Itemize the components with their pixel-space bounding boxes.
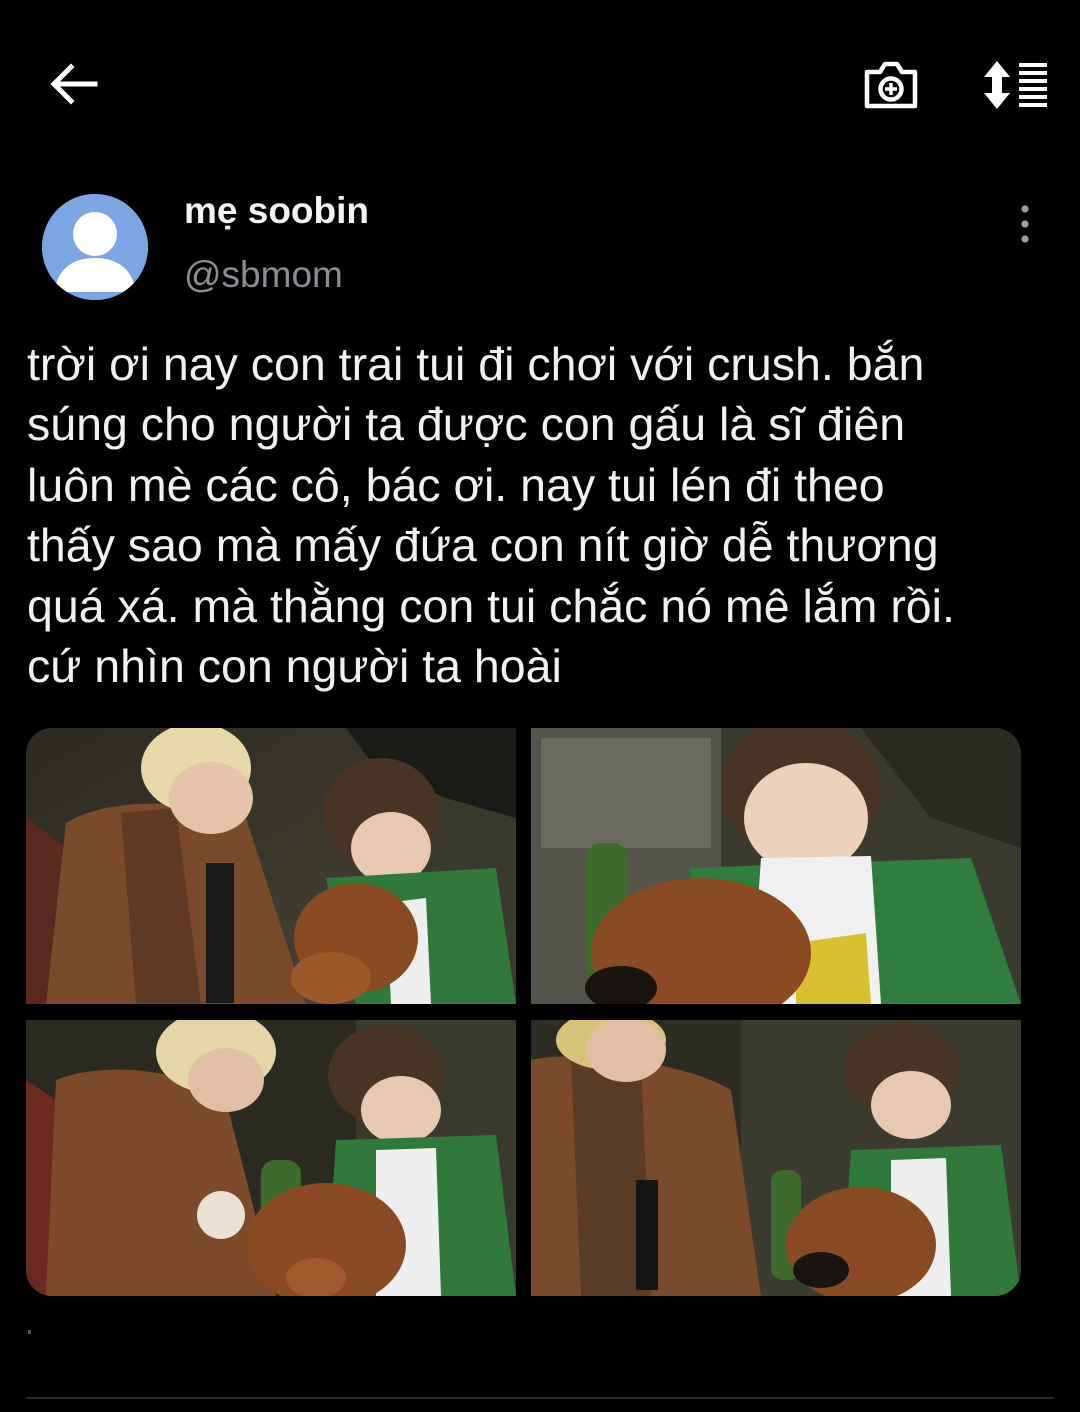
- user-handle[interactable]: @sbmom: [184, 254, 343, 296]
- divider: [26, 1397, 1054, 1399]
- post-photo[interactable]: [531, 1020, 1021, 1296]
- post-photo[interactable]: [26, 1020, 516, 1296]
- sort-list-icon: [984, 61, 1047, 109]
- more-vertical-icon: [1021, 205, 1029, 243]
- avatar[interactable]: [42, 194, 148, 300]
- camera-plus-icon: [864, 61, 918, 109]
- post-text-line: cứ nhìn con người ta hoài: [27, 640, 562, 693]
- post-text-line: thấy sao mà mấy đứa con nít giờ dễ thươn…: [27, 519, 939, 572]
- post-photo[interactable]: [531, 728, 1021, 1004]
- default-user-icon: [42, 194, 148, 300]
- more-options-button[interactable]: [1006, 204, 1044, 244]
- post-photo[interactable]: [26, 728, 516, 1004]
- sort-button[interactable]: [978, 50, 1054, 120]
- display-name[interactable]: mẹ soobin: [184, 190, 369, 232]
- photo-image: [531, 1020, 1021, 1296]
- photo-image: [531, 728, 1021, 1004]
- post-text-line: luôn mè các cô, bác ơi. nay tui lén đi t…: [27, 458, 885, 511]
- post-header: mẹ soobin @sbmom: [0, 170, 1080, 320]
- screenshot-button[interactable]: [856, 50, 926, 120]
- back-button[interactable]: [40, 50, 108, 118]
- post-text: trời ơi nay con trai tui đi chơi với cru…: [27, 334, 1073, 696]
- post-text-line: trời ơi nay con trai tui đi chơi với cru…: [27, 338, 925, 390]
- small-mark: [28, 1330, 31, 1334]
- media-grid: [26, 728, 1021, 1296]
- arrow-left-icon: [50, 63, 98, 105]
- photo-image: [26, 1020, 516, 1296]
- post-text-line: quá xá. mà thằng con tui chắc nó mê lắm …: [27, 579, 955, 632]
- photo-image: [26, 728, 516, 1004]
- post-text-line: súng cho người ta được con gấu là sĩ điê…: [27, 398, 906, 451]
- top-toolbar: [0, 0, 1080, 165]
